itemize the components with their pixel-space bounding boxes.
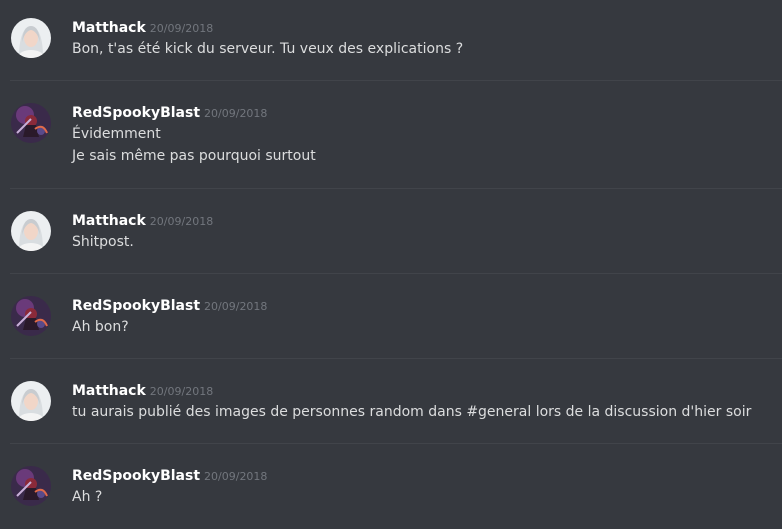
message-divider xyxy=(10,443,782,444)
message-header: Matthack 20/09/2018 xyxy=(72,381,213,401)
message-text: tu aurais publié des images de personnes… xyxy=(72,404,752,420)
timestamp: 20/09/2018 xyxy=(204,107,268,120)
message-header: Matthack 20/09/2018 xyxy=(72,18,213,38)
username[interactable]: RedSpookyBlast xyxy=(72,468,200,484)
matthack-avatar[interactable] xyxy=(11,381,51,421)
timestamp: 20/09/2018 xyxy=(149,22,214,35)
chat-log[interactable]: Matthack 20/09/2018 Bon, t'as été kick du… xyxy=(0,0,782,529)
timestamp: 20/09/2018 xyxy=(204,470,268,483)
redspookyblast-avatar[interactable] xyxy=(11,466,51,506)
username[interactable]: RedSpookyBlast xyxy=(72,298,200,314)
message-text: Ah ? xyxy=(72,489,103,505)
username[interactable]: Matthack xyxy=(72,213,146,229)
message-text: Évidemment xyxy=(72,126,161,142)
message-header: RedSpookyBlast 20/09/2018 xyxy=(72,296,267,316)
message-header: RedSpookyBlast 20/09/2018 xyxy=(72,103,267,123)
matthack-avatar[interactable] xyxy=(11,211,51,251)
message-header: Matthack 20/09/2018 xyxy=(72,211,213,231)
username[interactable]: Matthack xyxy=(72,383,146,399)
message-divider xyxy=(10,188,782,189)
username[interactable]: Matthack xyxy=(72,20,146,36)
message-divider xyxy=(10,358,782,359)
message-divider xyxy=(10,80,782,81)
matthack-avatar[interactable] xyxy=(11,18,51,58)
message-text: Je sais même pas pourquoi surtout xyxy=(72,148,316,164)
redspookyblast-avatar[interactable] xyxy=(11,296,51,336)
message-divider xyxy=(10,273,782,274)
timestamp: 20/09/2018 xyxy=(149,215,214,228)
redspookyblast-avatar[interactable] xyxy=(11,103,51,143)
username[interactable]: RedSpookyBlast xyxy=(72,105,200,121)
message-text: Ah bon? xyxy=(72,319,129,335)
message-text: Bon, t'as été kick du serveur. Tu veux d… xyxy=(72,41,464,57)
message-text: Shitpost. xyxy=(72,234,134,250)
message-header: RedSpookyBlast 20/09/2018 xyxy=(72,466,267,486)
timestamp: 20/09/2018 xyxy=(149,385,214,398)
timestamp: 20/09/2018 xyxy=(204,300,268,313)
